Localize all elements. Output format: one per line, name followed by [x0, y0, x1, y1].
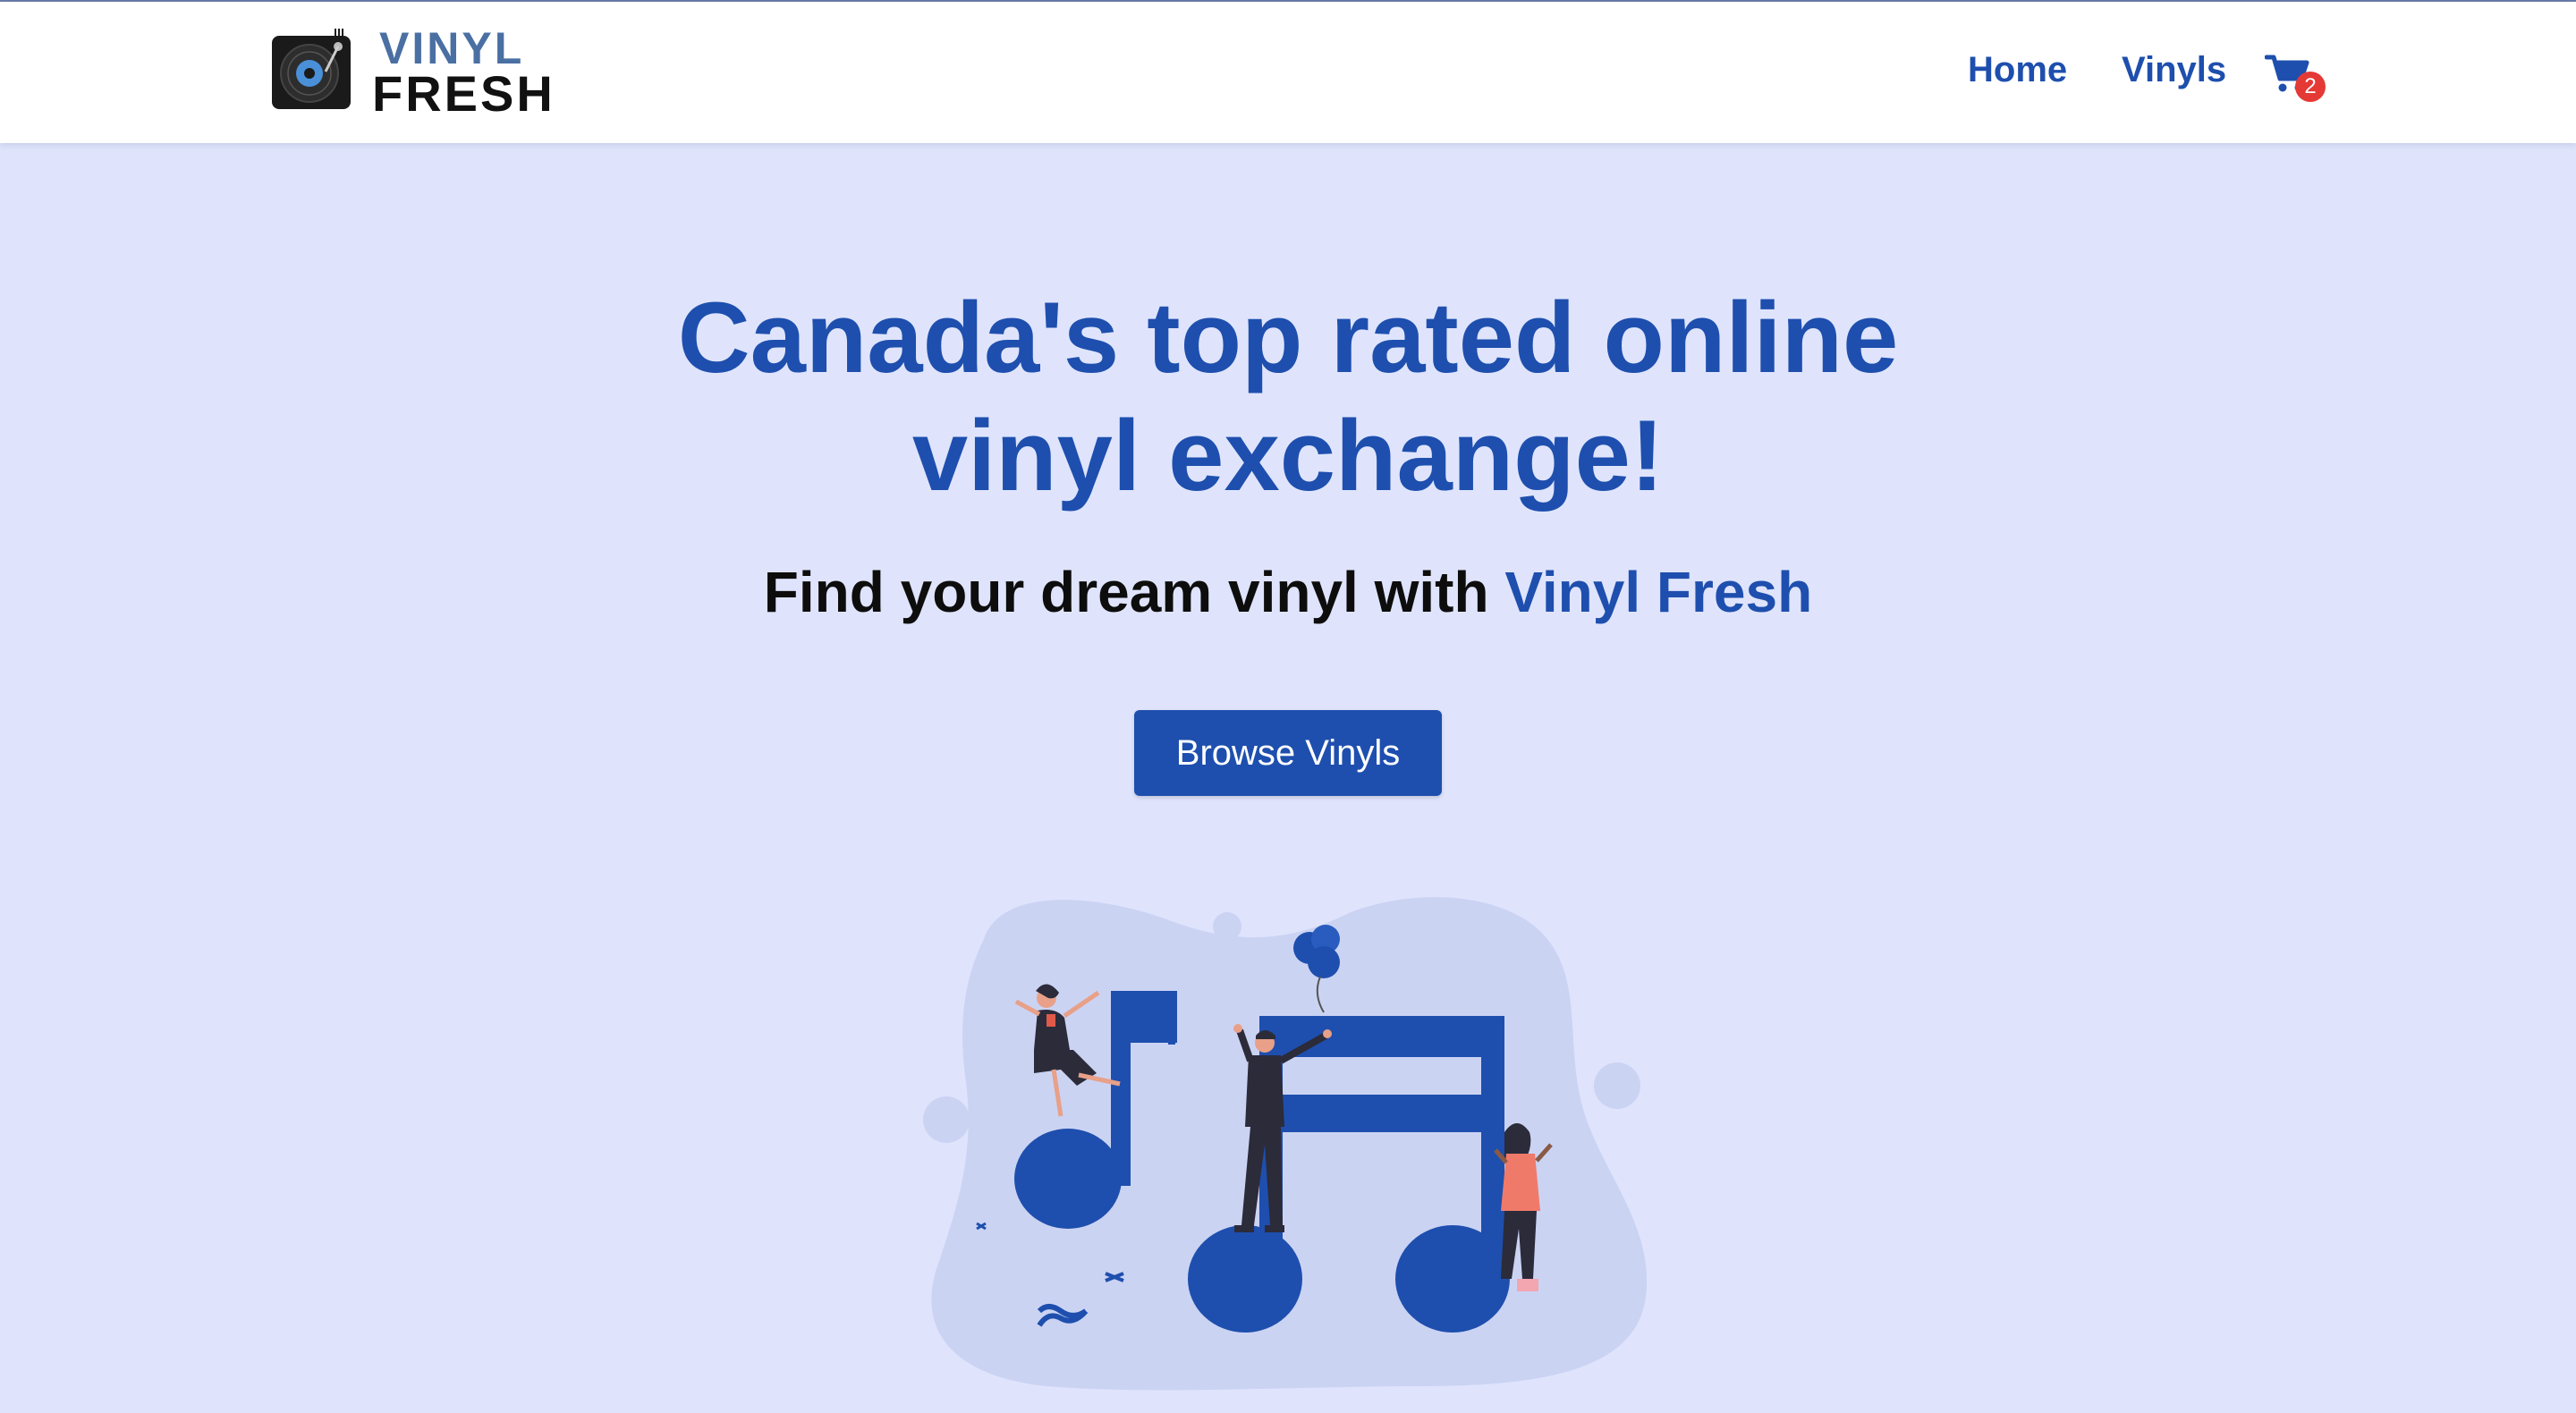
- turntable-icon: [272, 29, 351, 109]
- hero-title-line2: vinyl exchange!: [911, 400, 1665, 512]
- hero-subtitle-brand: Vinyl Fresh: [1504, 560, 1813, 624]
- site-logo[interactable]: VINYL FRESH: [270, 21, 553, 122]
- music-notes-people-illustration: [923, 897, 1648, 1391]
- browse-vinyls-button[interactable]: Browse Vinyls: [1134, 710, 1442, 796]
- hero-subtitle-text: Find your dream vinyl with: [763, 560, 1505, 624]
- hero-subtitle: Find your dream vinyl with Vinyl Fresh: [394, 556, 2182, 628]
- navbar: VINYL FRESH Home Vinyls 2: [0, 2, 2576, 143]
- logo-text-fresh: FRESH: [372, 65, 555, 122]
- hero-title-line1: Canada's top rated online: [677, 282, 1899, 393]
- nav-home-link[interactable]: Home: [1968, 48, 2067, 91]
- cart-button[interactable]: 2: [2264, 52, 2327, 106]
- nav-vinyls-link[interactable]: Vinyls: [2122, 48, 2226, 91]
- hero-title: Canada's top rated online vinyl exchange…: [394, 279, 2182, 515]
- cart-count-badge: 2: [2295, 72, 2326, 102]
